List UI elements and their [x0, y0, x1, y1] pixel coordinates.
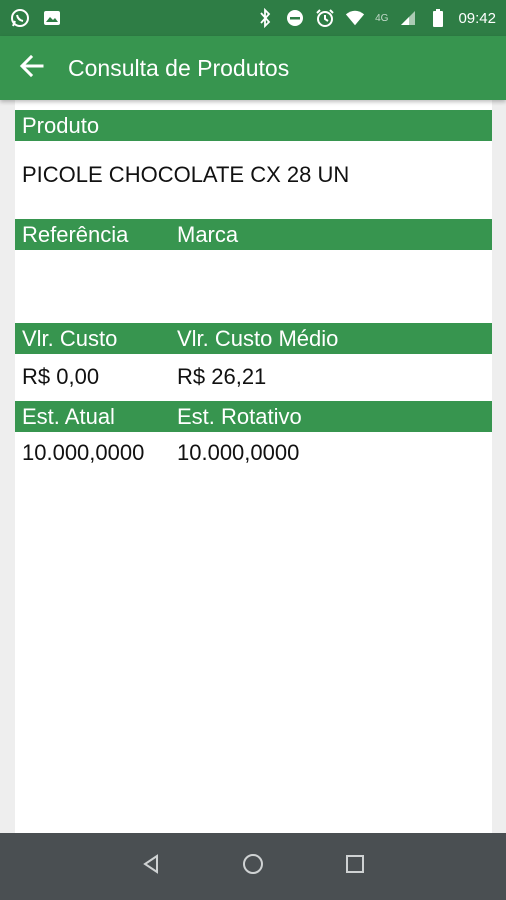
clock: 09:42 [458, 9, 496, 27]
marca-label: Marca [177, 222, 239, 247]
referencia-label: Referência [22, 222, 129, 247]
whatsapp-icon [10, 8, 30, 28]
referencia-marca-header: Referência Marca [15, 219, 492, 250]
product-detail: Produto PICOLE CHOCOLATE CX 28 UN Referê… [15, 100, 492, 833]
estoque-header: Est. Atual Est. Rotativo [15, 401, 492, 432]
signal-icon [398, 8, 418, 28]
triangle-back-icon [140, 853, 162, 880]
status-bar: 4G 09:42 [0, 0, 506, 36]
est-rotativo-label: Est. Rotativo [177, 404, 302, 429]
do-not-disturb-icon [285, 8, 305, 28]
circle-home-icon [241, 852, 265, 881]
nav-back-button[interactable] [131, 847, 171, 887]
nav-recents-button[interactable] [335, 847, 375, 887]
alarm-icon [315, 8, 335, 28]
vlr-custo-label: Vlr. Custo [22, 326, 118, 351]
vlr-custo-medio-label: Vlr. Custo Médio [177, 326, 339, 351]
produto-card: Produto PICOLE CHOCOLATE CX 28 UN [15, 110, 492, 207]
image-icon [42, 8, 62, 28]
square-recents-icon [345, 854, 365, 879]
app-bar: Consulta de Produtos [0, 36, 506, 100]
nav-home-button[interactable] [233, 847, 273, 887]
vlr-custo-medio-value: R$ 26,21 [177, 364, 267, 389]
bluetooth-icon [255, 8, 275, 28]
est-rotativo-value: 10.000,0000 [177, 440, 300, 465]
est-atual-value: 10.000,0000 [22, 440, 145, 465]
est-atual-label: Est. Atual [22, 404, 115, 429]
network-type: 4G [375, 12, 389, 24]
produto-label: Produto [22, 113, 100, 138]
produto-value: PICOLE CHOCOLATE CX 28 UN [22, 162, 350, 187]
back-button[interactable] [0, 36, 64, 100]
vlr-custo-value: R$ 0,00 [22, 364, 100, 389]
arrow-back-icon [19, 53, 45, 84]
produto-header: Produto [15, 110, 492, 141]
page-title: Consulta de Produtos [68, 54, 290, 81]
navigation-bar [0, 833, 506, 900]
custo-header: Vlr. Custo Vlr. Custo Médio [15, 323, 492, 354]
wifi-icon [345, 8, 365, 28]
battery-icon [428, 8, 448, 28]
